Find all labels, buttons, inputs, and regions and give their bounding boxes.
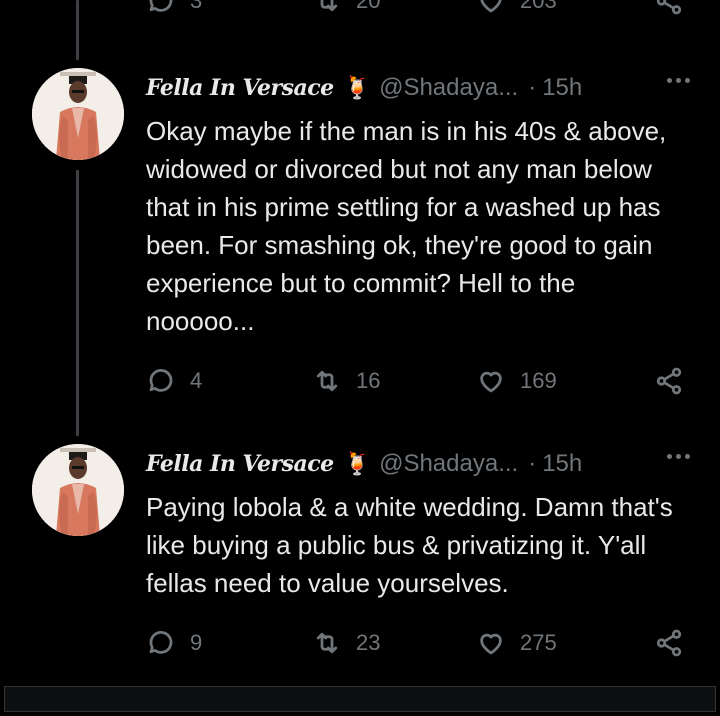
avatar-image xyxy=(32,444,124,536)
reply-icon xyxy=(149,369,173,392)
avatar[interactable] xyxy=(32,68,124,160)
retweet-count: 20 xyxy=(356,0,381,13)
tweet-header: Fella In Versace 🍹 @Shadaya... · 15h xyxy=(146,446,690,482)
like-button[interactable]: 275 xyxy=(476,628,557,658)
tweet-text: Paying lobola & a white wedding. Damn th… xyxy=(146,492,673,598)
avatar[interactable] xyxy=(32,444,124,536)
reply-button[interactable]: 9 xyxy=(146,628,202,658)
tweet-text: Okay maybe if the man is in his 40s & ab… xyxy=(146,116,667,336)
author-name[interactable]: Fella In Versace xyxy=(146,75,334,101)
reply-icon xyxy=(149,631,173,654)
heart-icon xyxy=(480,0,502,13)
like-count: 275 xyxy=(520,630,557,655)
share-button[interactable] xyxy=(654,0,684,16)
previous-tweet-actions: 3 20 203 xyxy=(0,0,720,26)
retweet-icon xyxy=(316,370,338,392)
retweet-button[interactable]: 20 xyxy=(312,0,380,16)
retweet-button[interactable]: 23 xyxy=(312,628,380,658)
separator-dot: · xyxy=(528,74,537,101)
retweet-count: 16 xyxy=(356,368,381,393)
separator-dot: · xyxy=(528,450,537,477)
share-icon xyxy=(656,629,682,657)
timestamp[interactable]: 15h xyxy=(542,450,582,478)
reply-icon xyxy=(149,0,173,12)
retweet-button[interactable]: 16 xyxy=(312,366,380,396)
share-button[interactable] xyxy=(654,628,684,658)
more-options-icon[interactable] xyxy=(667,454,690,459)
cocktail-icon: 🍹 xyxy=(343,75,372,100)
author-name[interactable]: Fella In Versace xyxy=(146,451,334,477)
like-button[interactable]: 203 xyxy=(476,0,557,16)
like-count: 203 xyxy=(520,0,557,13)
author-handle[interactable]: @Shadaya... xyxy=(379,74,518,102)
share-icon xyxy=(656,0,682,15)
like-count: 169 xyxy=(520,368,557,393)
avatar-image xyxy=(32,68,124,160)
reply-count: 3 xyxy=(190,0,203,13)
share-button[interactable] xyxy=(654,366,684,396)
more-options-icon[interactable] xyxy=(667,78,690,83)
reply-button[interactable]: 4 xyxy=(146,366,202,396)
reply-button[interactable]: 3 xyxy=(146,0,202,16)
retweet-icon xyxy=(320,0,338,12)
retweet-count: 23 xyxy=(356,630,381,655)
heart-icon xyxy=(480,633,502,655)
timestamp[interactable]: 15h xyxy=(542,74,582,102)
like-button[interactable]: 169 xyxy=(476,366,557,396)
reply-count: 9 xyxy=(190,630,203,655)
tweet-header: Fella In Versace 🍹 @Shadaya... · 15h xyxy=(146,70,690,106)
retweet-icon xyxy=(316,632,338,654)
author-handle[interactable]: @Shadaya... xyxy=(379,450,518,478)
heart-icon xyxy=(480,371,502,393)
share-icon xyxy=(656,367,682,395)
cocktail-icon: 🍹 xyxy=(343,451,372,476)
thread-line xyxy=(76,170,79,436)
reply-count: 4 xyxy=(190,368,203,393)
bottom-bar xyxy=(4,686,716,712)
